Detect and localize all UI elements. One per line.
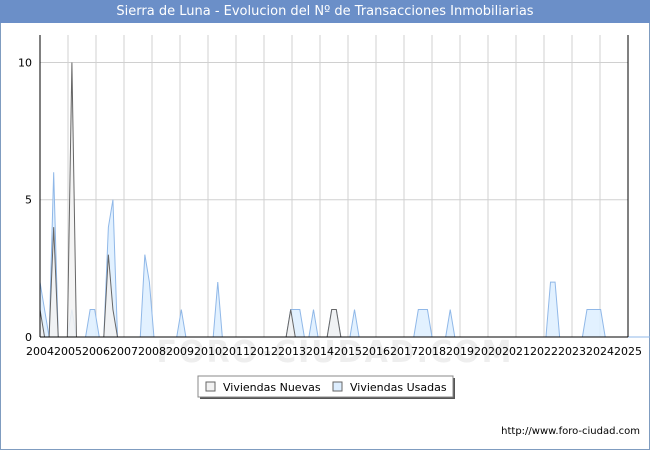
x-tick-label: 2021 <box>502 345 530 358</box>
x-tick-label: 2020 <box>474 345 502 358</box>
x-tick-label: 2014 <box>306 345 334 358</box>
x-tick-label: 2009 <box>166 345 194 358</box>
x-tick-label: 2015 <box>334 345 362 358</box>
x-tick-label: 2019 <box>446 345 474 358</box>
x-tick-label: 2025 <box>614 345 642 358</box>
x-tick-label: 2018 <box>418 345 446 358</box>
plot-area <box>40 35 628 337</box>
y-tick-label: 0 <box>25 331 32 344</box>
legend-swatch <box>205 381 216 392</box>
x-tick-label: 2008 <box>138 345 166 358</box>
x-tick-label: 2005 <box>54 345 82 358</box>
legend-label: Viviendas Nuevas <box>223 381 321 394</box>
y-tick-label: 10 <box>18 56 32 69</box>
x-tick-label: 2024 <box>586 345 614 358</box>
x-tick-label: 2017 <box>390 345 418 358</box>
x-tick-label: 2004 <box>26 345 54 358</box>
x-tick-label: 2012 <box>250 345 278 358</box>
x-tick-label: 2011 <box>222 345 250 358</box>
chart-svg: FORO-CIUDAD.COM 05102004 2005 2006 2007 2008… <box>18 35 650 399</box>
y-tick-label: 5 <box>25 194 32 207</box>
x-tick-label: 2010 <box>194 345 222 358</box>
x-tick-label: 2007 <box>110 345 138 358</box>
x-tick-label: 2013 <box>278 345 306 358</box>
x-tick-label: 2006 <box>82 345 110 358</box>
legend-swatch <box>332 381 343 392</box>
x-tick-label: 2016 <box>362 345 390 358</box>
legend-label: Viviendas Usadas <box>350 381 447 394</box>
footer-url: http://www.foro-ciudad.com <box>501 426 640 437</box>
x-tick-label: 2023 <box>558 345 586 358</box>
x-tick-label: 2022 <box>530 345 558 358</box>
